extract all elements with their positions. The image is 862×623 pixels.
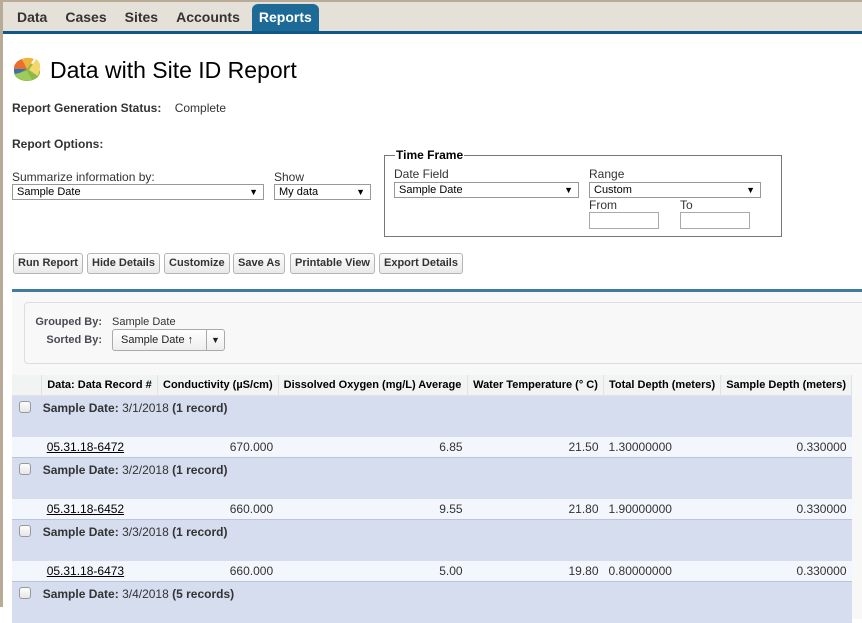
sample-depth-cell: 0.330000 [720,437,852,458]
group-checkbox[interactable] [19,524,31,537]
table-header-row: Data: Data Record # Conductivity (µS/cm)… [12,375,852,396]
window-left-edge [0,0,3,607]
conductivity-cell: 670.000 [157,437,279,458]
select-column-header [12,375,43,396]
date-field-label: Date Field [394,167,449,181]
tab-data[interactable]: Data [8,4,56,33]
grouped-by-value: Sample Date [112,316,176,328]
table-row: 05.31.18-6472 670.000 6.85 21.50 1.30000… [12,437,852,458]
tab-reports[interactable]: Reports [251,4,319,33]
hide-details-button[interactable]: Hide Details [87,253,160,274]
table-row: 05.31.18-6473 660.000 5.00 19.80 0.80000… [12,561,852,582]
column-header[interactable]: Sample Depth (meters) [720,375,852,396]
date-field-value: Sample Date [399,184,463,196]
export-details-button[interactable]: Export Details [379,253,463,274]
chevron-down-icon: ▼ [356,187,365,197]
grouped-by-label: Grouped By: [35,316,102,328]
summarize-value: Sample Date [17,186,81,198]
save-as-button[interactable]: Save As [233,253,286,274]
group-row: Sample Date: 3/1/2018 (1 record) [12,394,852,437]
top-navigation-bar: Data Cases Sites Accounts Reports [0,0,862,34]
group-label: Sample Date: 3/1/2018 (1 record) [42,400,228,415]
report-pie-chart-icon [12,54,42,87]
chevron-down-icon: ▼ [564,185,573,195]
temperature-cell: 21.80 [467,499,604,520]
date-field-select[interactable]: Sample Date ▼ [394,182,579,198]
to-label: To [680,198,693,212]
column-header[interactable]: Dissolved Oxygen (mg/L) Average [278,375,469,396]
record-link[interactable]: 05.31.18-6472 [47,440,124,454]
time-frame-legend: Time Frame [396,148,464,162]
report-table: Data: Data Record # Conductivity (µS/cm)… [12,375,852,623]
report-status: Report Generation Status: Complete [12,101,226,115]
oxygen-cell: 6.85 [278,437,468,458]
group-checkbox[interactable] [19,462,31,475]
tab-accounts[interactable]: Accounts [167,4,249,33]
sorted-by-label: Sorted By: [46,334,102,346]
column-header[interactable]: Water Temperature (° C) [467,375,605,396]
page-header: Data with Site ID Report [12,54,297,87]
to-date-input[interactable] [680,212,750,229]
status-value: Complete [174,101,227,115]
temperature-cell: 21.50 [467,437,604,458]
group-label: Sample Date: 3/2/2018 (1 record) [42,462,228,477]
temperature-cell: 19.80 [467,561,604,582]
chevron-down-icon: ▼ [211,335,220,345]
from-label: From [589,198,617,212]
record-link[interactable]: 05.31.18-6473 [47,564,124,578]
group-checkbox[interactable] [19,400,31,413]
group-label: Sample Date: 3/3/2018 (1 record) [42,524,228,539]
show-select[interactable]: My data ▼ [274,184,371,200]
tab-cases[interactable]: Cases [56,4,115,33]
group-label: Sample Date: 3/4/2018 (5 records) [42,586,235,601]
sort-button[interactable]: Sample Date ↑ [112,329,207,351]
group-row: Sample Date: 3/4/2018 (5 records) [12,580,852,623]
group-row: Sample Date: 3/3/2018 (1 record) [12,518,852,561]
conductivity-cell: 660.000 [157,561,279,582]
customize-button[interactable]: Customize [164,253,230,274]
table-row: 05.31.18-6452 660.000 9.55 21.80 1.90000… [12,499,852,520]
range-value: Custom [594,184,632,196]
show-label: Show [274,170,305,184]
summarize-select[interactable]: Sample Date ▼ [12,184,264,200]
range-label: Range [589,167,625,181]
chevron-down-icon: ▼ [249,187,258,197]
sample-depth-cell: 0.330000 [720,499,852,520]
status-label: Report Generation Status: [12,101,162,115]
printable-view-button[interactable]: Printable View [290,253,375,274]
show-value: My data [279,186,319,198]
total-depth-cell: 0.80000000 [603,561,721,582]
oxygen-cell: 9.55 [278,499,468,520]
summarize-label: Summarize information by: [12,170,155,184]
run-report-button[interactable]: Run Report [13,253,83,274]
page-title: Data with Site ID Report [50,57,297,83]
report-options-label: Report Options: [12,137,104,151]
total-depth-cell: 1.30000000 [603,437,721,458]
sample-depth-cell: 0.330000 [720,561,852,582]
column-header[interactable]: Conductivity (µS/cm) [157,375,279,396]
nav-accent-line [0,31,862,34]
from-date-input[interactable] [589,212,659,229]
group-checkbox[interactable] [19,586,31,599]
column-header[interactable]: Total Depth (meters) [603,375,722,396]
oxygen-cell: 5.00 [278,561,468,582]
column-header[interactable]: Data: Data Record # [41,375,158,396]
group-row: Sample Date: 3/2/2018 (1 record) [12,456,852,499]
sort-dropdown-button[interactable]: ▼ [206,329,225,351]
record-link[interactable]: 05.31.18-6452 [47,502,124,516]
range-select[interactable]: Custom ▼ [589,182,761,198]
total-depth-cell: 1.90000000 [603,499,721,520]
tab-sites[interactable]: Sites [116,4,167,33]
conductivity-cell: 660.000 [157,499,279,520]
chevron-down-icon: ▼ [746,185,755,195]
nav-tabs: Data Cases Sites Accounts Reports [8,4,319,33]
